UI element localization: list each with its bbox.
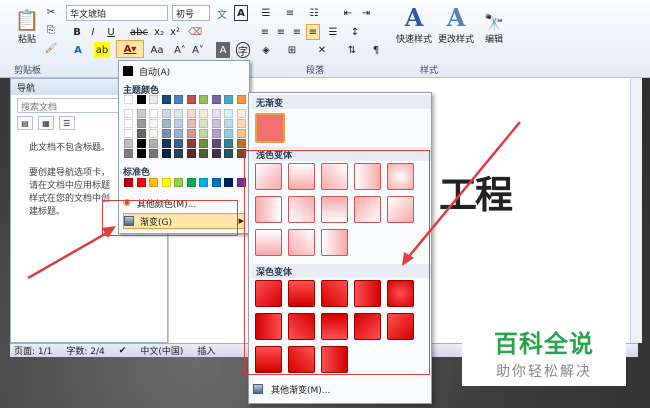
watermark-logo: 百科全说 助你轻松解决 xyxy=(462,318,626,386)
arrow-1 xyxy=(27,228,113,280)
watermark-title: 百科全说 xyxy=(494,329,594,358)
arrow-2 xyxy=(405,121,521,261)
arrow-1-head xyxy=(102,226,116,238)
watermark-subtitle: 助你轻松解决 xyxy=(496,363,592,380)
